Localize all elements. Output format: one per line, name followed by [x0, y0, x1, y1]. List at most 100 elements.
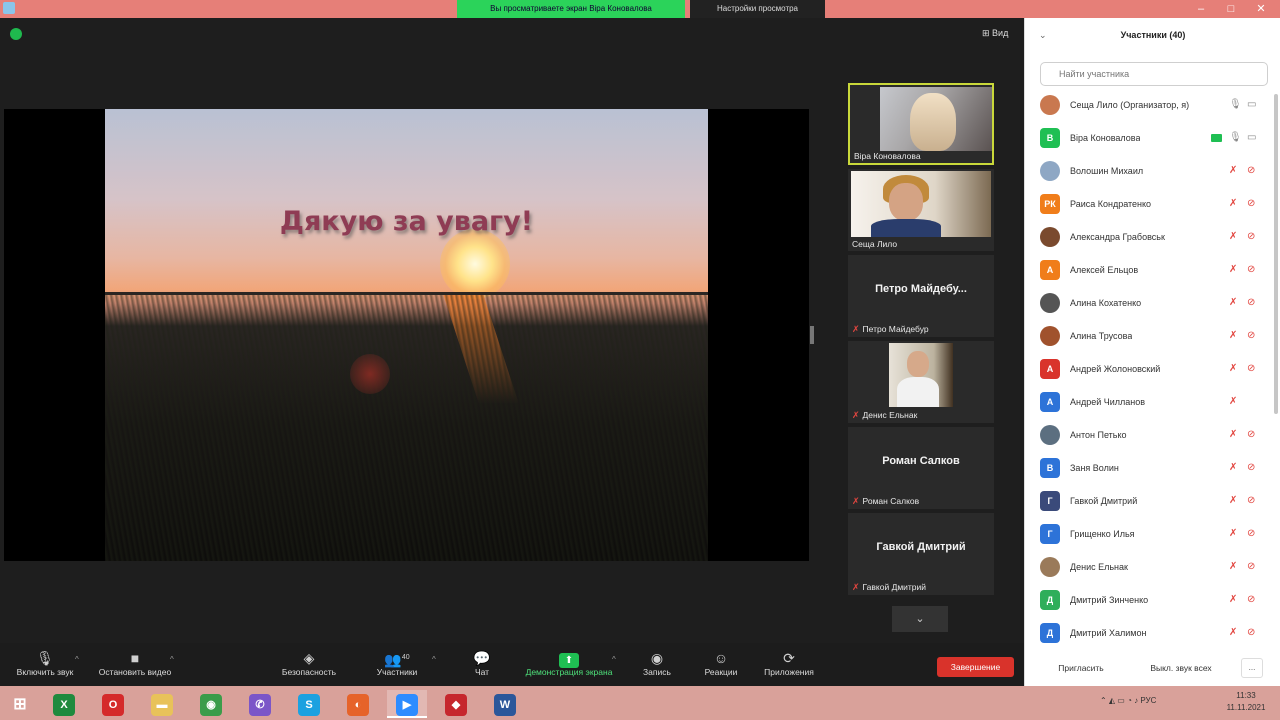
camera-off-icon[interactable]: ⊘ — [1247, 462, 1255, 473]
participant-row[interactable]: РК Раиса Кондратенко ✗ ⊘ — [1025, 189, 1280, 222]
caret-icon[interactable]: ^ — [432, 655, 436, 664]
muted-mic-icon[interactable]: ✗ — [1229, 363, 1237, 374]
participant-row[interactable]: Алина Кохатенко ✗ ⊘ — [1025, 288, 1280, 321]
participants-icon: 👥40 — [384, 651, 410, 668]
unmute-button[interactable]: 🎙 Включить звук ^ — [0, 649, 90, 677]
word-icon[interactable]: W — [485, 690, 525, 718]
video-tile[interactable]: Гавкой Дмитрий ✗ Гавкой Дмитрий — [848, 513, 994, 595]
participant-row[interactable]: Денис Ельнак ✗ ⊘ — [1025, 552, 1280, 585]
avatar: А — [1040, 359, 1060, 379]
microphone-icon[interactable]: 🎙 — [1229, 132, 1242, 143]
split-handle[interactable] — [810, 326, 814, 344]
camera-off-icon[interactable]: ⊘ — [1247, 297, 1255, 308]
muted-mic-icon[interactable]: ✗ — [1229, 594, 1237, 605]
pdf-reader-glyph: ◆ — [445, 694, 467, 717]
apps-button[interactable]: ⟳ Приложения — [744, 649, 834, 677]
muted-mic-icon[interactable]: ✗ — [1229, 495, 1237, 506]
invite-button[interactable]: Пригласить — [1045, 658, 1117, 678]
search-input[interactable] — [1040, 62, 1268, 86]
chevron-down-icon[interactable]: ⌄ — [892, 606, 948, 632]
camera-off-icon[interactable]: ⊘ — [1247, 165, 1255, 176]
camera-icon[interactable]: ▭ — [1247, 132, 1256, 143]
share-screen-button[interactable]: ⬆ Демонстрация экрана ^ — [524, 649, 616, 677]
muted-mic-icon[interactable]: ✗ — [1229, 198, 1237, 209]
camera-off-icon[interactable]: ⊘ — [1247, 429, 1255, 440]
opera-icon[interactable]: O — [93, 690, 133, 718]
minimize-button[interactable]: – — [1186, 0, 1216, 18]
muted-mic-icon[interactable]: ✗ — [1229, 396, 1237, 407]
participant-name: Грищенко Илья — [1070, 529, 1135, 539]
participant-row[interactable]: Алина Трусова ✗ ⊘ — [1025, 321, 1280, 354]
skype-icon[interactable]: S — [289, 690, 329, 718]
camera-off-icon[interactable]: ⊘ — [1247, 264, 1255, 275]
camera-off-icon[interactable]: ⊘ — [1247, 330, 1255, 341]
tile-name: Петро Майдебур — [862, 324, 929, 334]
muted-mic-icon[interactable]: ✗ — [1229, 330, 1237, 341]
video-tile[interactable]: Роман Салков ✗ Роман Салков — [848, 427, 994, 509]
video-tile[interactable]: Віра Коновалова — [848, 83, 994, 165]
participant-row[interactable]: Антон Петько ✗ ⊘ — [1025, 420, 1280, 453]
participant-row[interactable]: Сеща Лило (Организатор, я) 🎙 ▭ — [1025, 90, 1280, 123]
security-button[interactable]: ◈ Безопасность — [264, 649, 354, 677]
muted-mic-icon[interactable]: ✗ — [1229, 627, 1237, 638]
close-button[interactable]: ✕ — [1246, 0, 1276, 18]
participant-row[interactable]: Волошин Михаил ✗ ⊘ — [1025, 156, 1280, 189]
muted-mic-icon[interactable]: ✗ — [1229, 561, 1237, 572]
zoom-icon[interactable]: ▶ — [387, 690, 427, 718]
clock[interactable]: 11:33 11.11.2021 — [1218, 690, 1274, 714]
end-meeting-button[interactable]: Завершение — [937, 657, 1014, 677]
panel-title: Участники (40) — [1120, 30, 1186, 40]
viber-icon[interactable]: ✆ — [240, 690, 280, 718]
participant-row[interactable]: В Віра Коновалова 🎙 ▭ — [1025, 123, 1280, 156]
participant-row[interactable]: А Алексей Ельцов ✗ ⊘ — [1025, 255, 1280, 288]
participant-row[interactable]: Д Дмитрий Зинченко ✗ ⊘ — [1025, 585, 1280, 618]
file-explorer-icon[interactable]: ▬ — [142, 690, 182, 718]
participant-row[interactable]: Г Гавкой Дмитрий ✗ ⊘ — [1025, 486, 1280, 519]
participant-name: Сеща Лило (Организатор, я) — [1070, 100, 1190, 110]
video-tile[interactable]: Сеща Лило — [848, 169, 994, 251]
pdf-reader-icon[interactable]: ◆ — [436, 690, 476, 718]
camera-off-icon[interactable]: ⊘ — [1247, 594, 1255, 605]
microphone-icon[interactable]: 🎙 — [1229, 99, 1242, 110]
camera-off-icon[interactable]: ⊘ — [1247, 627, 1255, 638]
view-options-button[interactable]: Настройки просмотра — [690, 0, 825, 18]
muted-mic-icon[interactable]: ✗ — [1229, 297, 1237, 308]
video-tile[interactable]: ✗ Денис Ельнак — [848, 341, 994, 423]
windows-start-icon[interactable]: ⊞ — [0, 690, 40, 718]
participant-row[interactable]: Александра Грабовськ ✗ ⊘ — [1025, 222, 1280, 255]
participant-row[interactable]: В Заня Волин ✗ ⊘ — [1025, 453, 1280, 486]
muted-mic-icon[interactable]: ✗ — [1229, 429, 1237, 440]
camera-off-icon[interactable]: ⊘ — [1247, 561, 1255, 572]
participant-row[interactable]: Д Дмитрий Халимон ✗ ⊘ — [1025, 618, 1280, 651]
stop-video-button[interactable]: ■ Остановить видео ^ — [90, 649, 180, 677]
muted-mic-icon[interactable]: ✗ — [1229, 264, 1237, 275]
caret-icon[interactable]: ^ — [75, 655, 79, 664]
caret-icon[interactable]: ^ — [170, 655, 174, 664]
encryption-shield-icon[interactable] — [10, 28, 22, 40]
excel-icon[interactable]: X — [44, 690, 84, 718]
camera-icon[interactable]: ▭ — [1247, 99, 1256, 110]
firefox-icon[interactable]: ◐ — [338, 690, 378, 718]
view-button[interactable]: ⊞ Вид — [982, 28, 1008, 39]
camera-off-icon[interactable]: ⊘ — [1247, 198, 1255, 209]
muted-mic-icon[interactable]: ✗ — [1229, 462, 1237, 473]
camera-off-icon[interactable]: ⊘ — [1247, 231, 1255, 242]
participant-row[interactable]: А Андрей Жолоновский ✗ ⊘ — [1025, 354, 1280, 387]
avatar: Г — [1040, 524, 1060, 544]
participant-row[interactable]: А Андрей Чилланов ✗ — [1025, 387, 1280, 420]
camera-off-icon[interactable]: ⊘ — [1247, 528, 1255, 539]
camera-off-icon[interactable]: ⊘ — [1247, 363, 1255, 374]
more-button[interactable]: ... — [1241, 658, 1263, 678]
chat-button[interactable]: 💬 Чат — [437, 649, 527, 677]
camera-off-icon[interactable]: ⊘ — [1247, 495, 1255, 506]
muted-mic-icon[interactable]: ✗ — [1229, 165, 1237, 176]
scrollbar[interactable] — [1274, 94, 1278, 414]
chrome-icon[interactable]: ◉ — [191, 690, 231, 718]
participants-button[interactable]: 👥40 Участники ^ — [352, 649, 442, 677]
muted-mic-icon[interactable]: ✗ — [1229, 528, 1237, 539]
mute-all-button[interactable]: Выкл. звук всех — [1131, 658, 1231, 678]
maximize-button[interactable]: □ — [1216, 0, 1246, 18]
participant-row[interactable]: Г Грищенко Илья ✗ ⊘ — [1025, 519, 1280, 552]
video-tile[interactable]: Петро Майдебу... ✗ Петро Майдебур — [848, 255, 994, 337]
muted-mic-icon[interactable]: ✗ — [1229, 231, 1237, 242]
